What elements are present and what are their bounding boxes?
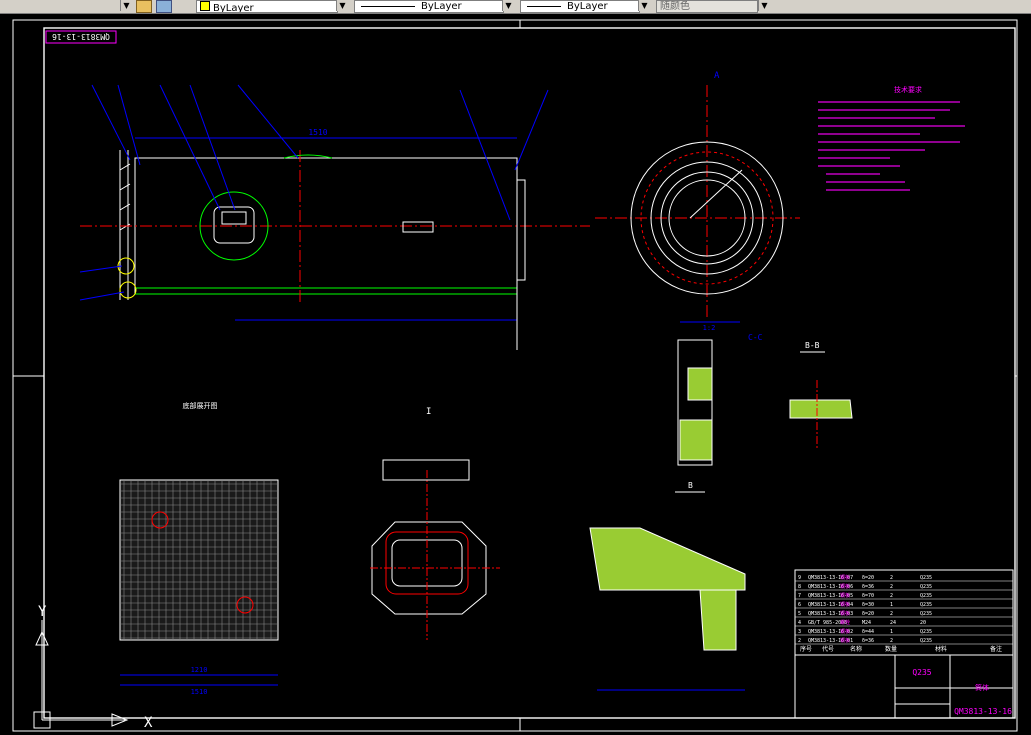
bom-cell: Q235 <box>920 629 932 635</box>
bom-cell: 钢板 <box>840 574 850 581</box>
bom-header-cell: 备注 <box>990 645 1002 653</box>
bom-cell: δ=36 <box>862 638 874 644</box>
svg-text:X: X <box>144 715 153 731</box>
bom-cell: 2 <box>890 611 893 617</box>
bom-cell: 钢板 <box>840 637 850 644</box>
color-dropdown-arrow[interactable]: ▼ <box>336 0 348 11</box>
bom-header-cell: 代号 <box>822 645 834 653</box>
bom-cell: 1 <box>890 629 893 635</box>
bom-cell: 1 <box>890 602 893 608</box>
drawing-canvas[interactable]: QM3813-13-16 1510 A C-C 1:2 技术要求 B-B B I… <box>0 14 1031 735</box>
bom-header-cell: 名称 <box>850 645 862 653</box>
svg-text:1210: 1210 <box>191 666 208 674</box>
bom-header-cell: 材料 <box>935 645 947 653</box>
layer-previous-icon[interactable] <box>156 0 172 13</box>
bom-cell: δ=30 <box>862 602 874 608</box>
lineweight-control[interactable]: ByLayer <box>520 0 640 13</box>
svg-text:1:2: 1:2 <box>703 324 716 332</box>
svg-text:QM3813-13-16: QM3813-13-16 <box>52 32 110 41</box>
bom-cell: M24 <box>862 620 871 626</box>
bom-cell: Q235 <box>920 584 932 590</box>
bom-cell: 8 <box>798 584 801 590</box>
roman-marker: I <box>426 407 431 417</box>
bom-cell: 7 <box>798 593 801 599</box>
bom-cell: δ=36 <box>862 584 874 590</box>
bom-header-cell: 数量 <box>885 645 897 653</box>
bom-cell: Q235 <box>920 638 932 644</box>
plotstyle-control: 随颜色 <box>656 0 758 13</box>
svg-text:技术要求: 技术要求 <box>894 85 922 94</box>
svg-text:B: B <box>688 481 693 490</box>
bom-cell: 5 <box>798 611 801 617</box>
plotstyle-dropdown-arrow: ▼ <box>758 0 770 11</box>
bom-cell: 3 <box>798 629 801 635</box>
svg-text:Q235: Q235 <box>912 668 931 677</box>
bom-cell: 20 <box>920 620 926 626</box>
color-swatch-icon <box>200 1 210 11</box>
svg-text:筒体: 筒体 <box>975 683 989 692</box>
bom-cell: 2 <box>890 575 893 581</box>
bom-cell: δ=44 <box>862 629 874 635</box>
bom-cell: 2 <box>890 584 893 590</box>
bom-cell: 2 <box>890 593 893 599</box>
view-caption: 底部展开图 <box>183 401 218 410</box>
svg-text:Y: Y <box>38 604 47 620</box>
bom-cell: 4 <box>798 620 801 626</box>
linetype-sample <box>361 5 415 7</box>
layer-states-icon[interactable] <box>136 0 152 13</box>
bom-cell: Q235 <box>920 575 932 581</box>
bom-cell: 24 <box>890 620 896 626</box>
svg-text:1510: 1510 <box>308 128 327 137</box>
lineweight-sample <box>527 5 561 7</box>
color-control[interactable]: ByLayer <box>196 0 338 13</box>
svg-text:B-B: B-B <box>805 341 820 350</box>
layer-dropdown-arrow[interactable]: ▼ <box>120 0 132 11</box>
properties-toolbar: ▼ ByLayer ▼ ByLayer ▼ ByLayer ▼ 随颜色 ▼ <box>0 0 1031 14</box>
bom-cell: Q235 <box>920 602 932 608</box>
bom-cell: 9 <box>798 575 801 581</box>
svg-text:QM3813-13-16: QM3813-13-16 <box>954 707 1012 716</box>
bom-cell: 6 <box>798 602 801 608</box>
linetype-dropdown-arrow[interactable]: ▼ <box>502 0 514 11</box>
bom-cell: 2 <box>890 638 893 644</box>
bom-cell: 2 <box>798 638 801 644</box>
bom-cell: Q235 <box>920 593 932 599</box>
bom-cell: δ=20 <box>862 575 874 581</box>
lineweight-dropdown-arrow[interactable]: ▼ <box>638 0 650 11</box>
bom-header-cell: 序号 <box>800 645 812 653</box>
svg-text:1510: 1510 <box>191 688 208 696</box>
bom-cell: Q235 <box>920 611 932 617</box>
bom-cell: 钢板 <box>840 592 850 599</box>
svg-text:A: A <box>714 71 720 81</box>
bom-cell: 钢板 <box>840 601 850 608</box>
bom-cell: δ=20 <box>862 611 874 617</box>
bom-cell: 钢板 <box>840 583 850 590</box>
bom-cell: 钢板 <box>840 610 850 617</box>
bom-cell: 钢板 <box>840 628 850 635</box>
bom-cell: 螺栓 <box>840 619 850 626</box>
drawing-number-tag: QM3813-13-16 <box>45 30 117 44</box>
linetype-control[interactable]: ByLayer <box>354 0 504 13</box>
svg-text:C-C: C-C <box>748 333 763 342</box>
bom-cell: δ=70 <box>862 593 874 599</box>
